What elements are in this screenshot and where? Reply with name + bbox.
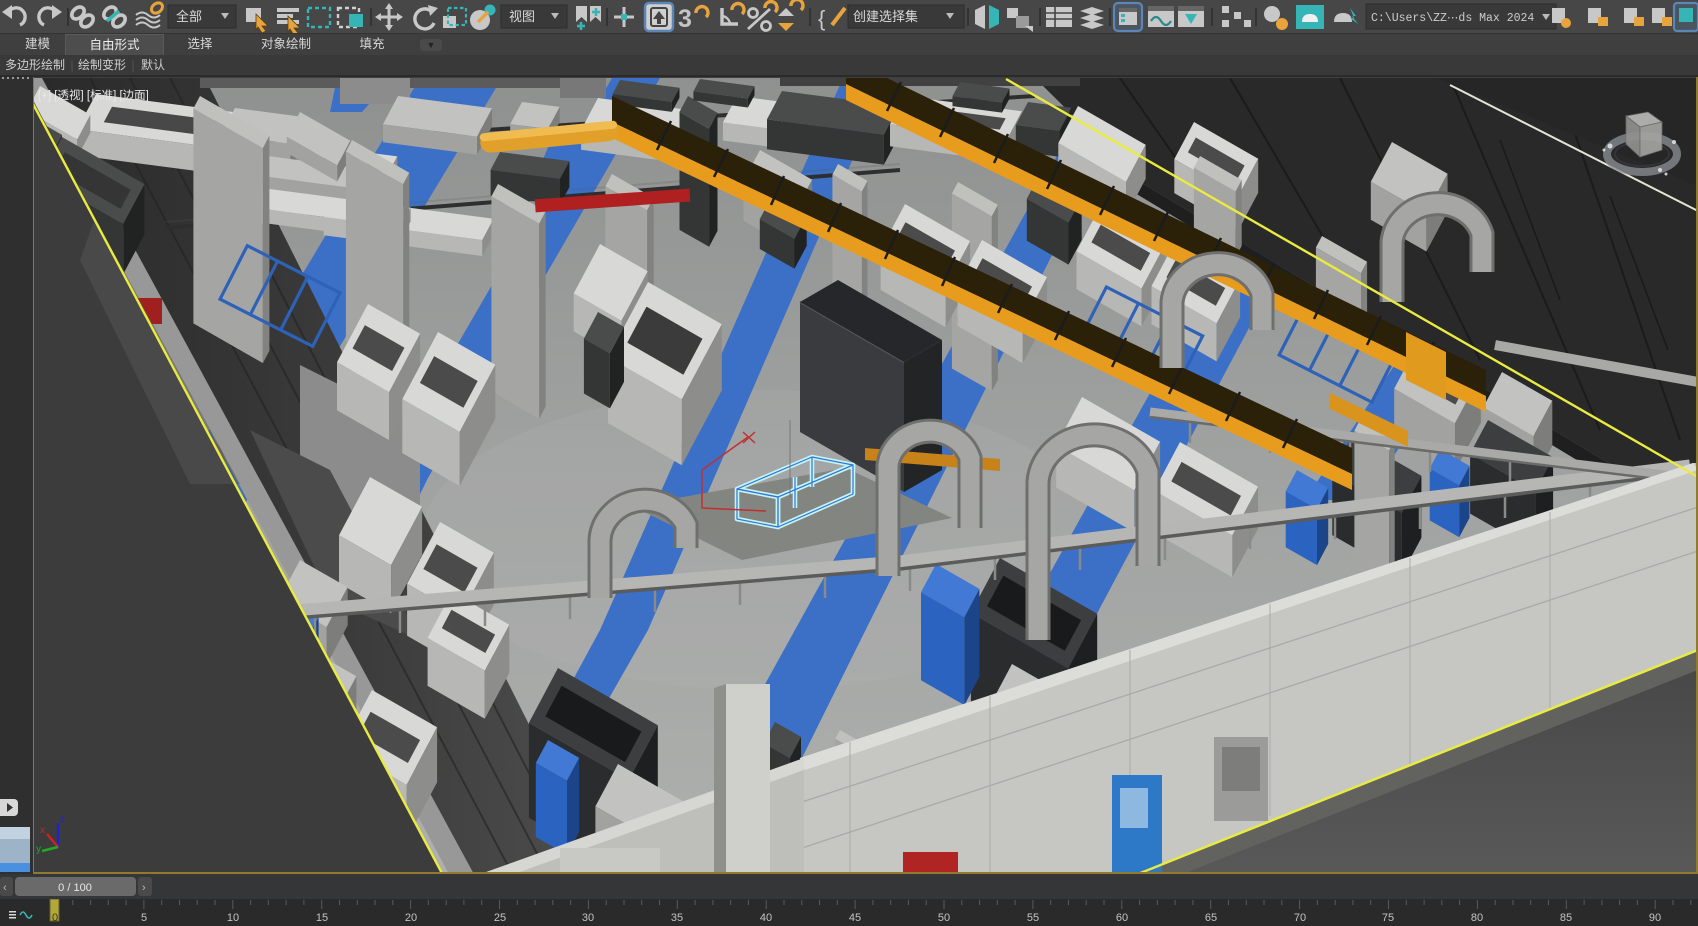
svg-text:3: 3 [678,5,692,33]
svg-text:65: 65 [1205,912,1217,924]
svg-text:70: 70 [1294,912,1306,924]
svg-text:C:\Users\ZZ⋯ds Max 2024: C:\Users\ZZ⋯ds Max 2024 [1371,12,1534,25]
svg-text:30: 30 [582,912,594,924]
svg-text:15: 15 [316,912,328,924]
svg-text:[+] [透视] [标准] [边面]: [+] [透视] [标准] [边面] [38,88,149,102]
svg-text:视图: 视图 [509,9,535,24]
svg-text:25: 25 [494,912,506,924]
svg-text:50: 50 [938,912,950,924]
svg-text:›: › [142,882,146,894]
svg-text:80: 80 [1471,912,1483,924]
svg-text:55: 55 [1027,912,1039,924]
svg-text:全部: 全部 [176,9,202,24]
svg-text:x: x [40,825,45,836]
svg-text:y: y [36,844,41,855]
svg-text:0: 0 [52,912,58,924]
svg-text:创建选择集: 创建选择集 [853,9,918,24]
svg-text:20: 20 [405,912,417,924]
svg-text:45: 45 [849,912,861,924]
svg-text:35: 35 [671,912,683,924]
svg-text:90: 90 [1649,912,1661,924]
svg-text:0 / 100: 0 / 100 [58,882,92,894]
svg-text:‹: ‹ [3,882,7,894]
svg-text:5: 5 [141,912,147,924]
svg-text:85: 85 [1560,912,1572,924]
svg-text:{: { [818,6,825,31]
svg-text:60: 60 [1116,912,1128,924]
svg-text:z: z [60,814,65,825]
svg-text:75: 75 [1382,912,1394,924]
svg-text:40: 40 [760,912,772,924]
svg-text:10: 10 [227,912,239,924]
